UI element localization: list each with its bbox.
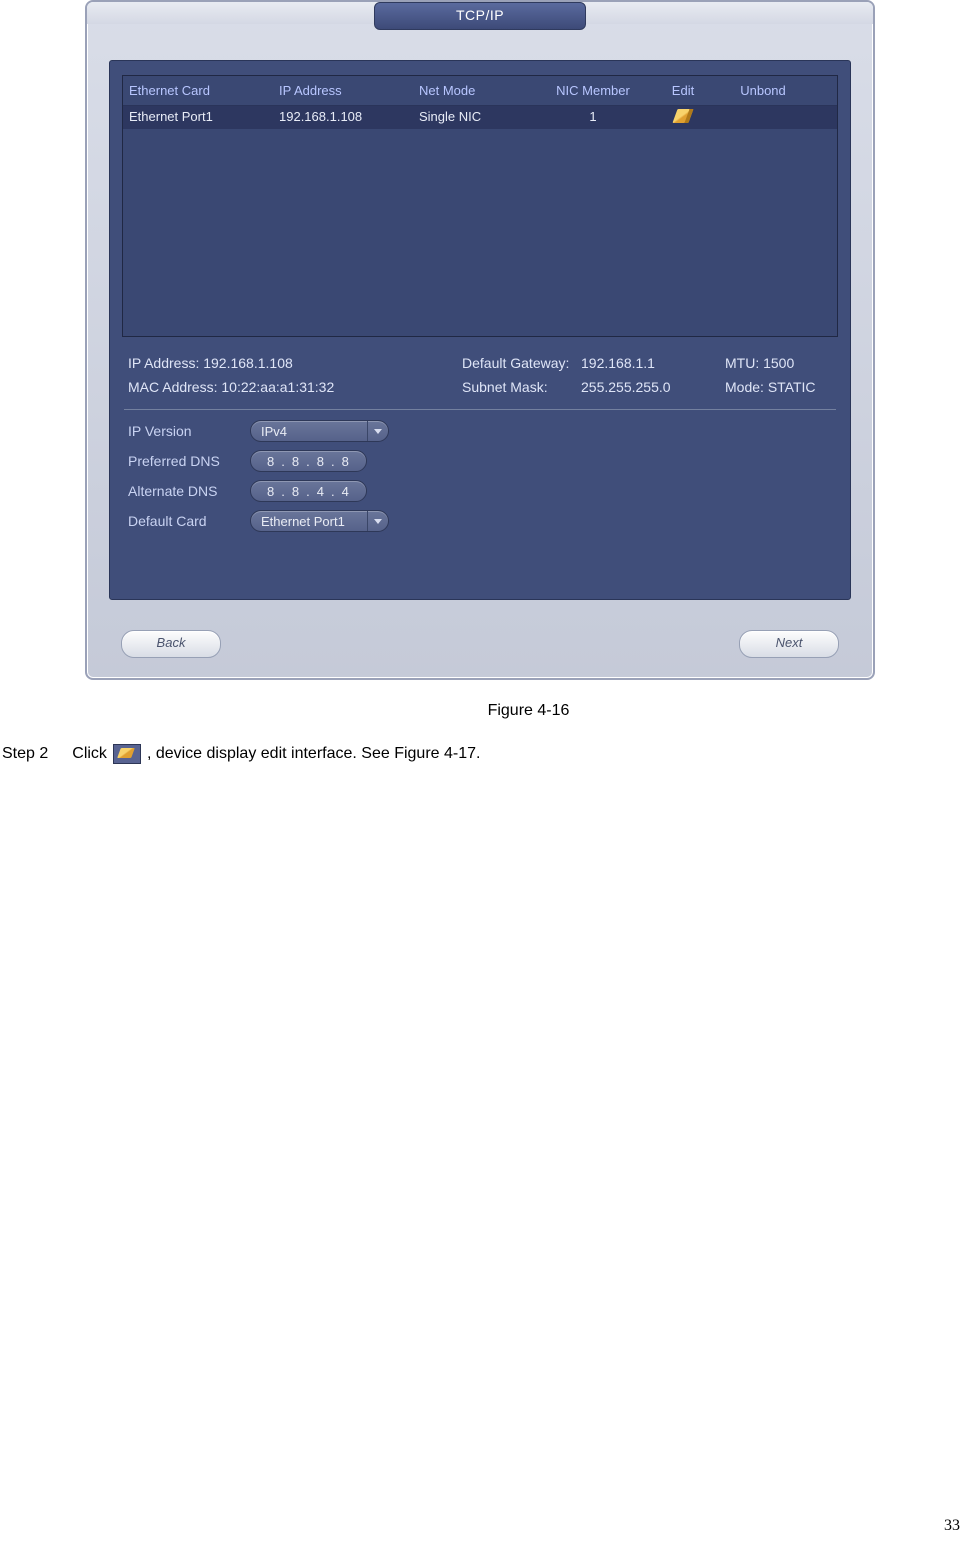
preferred-dns-row: Preferred DNS 8. 8. 8. 8 <box>128 450 838 472</box>
th-net-mode: Net Mode <box>413 80 533 101</box>
cell-net-mode: Single NIC <box>413 106 533 129</box>
mode-value: STATIC <box>768 379 816 395</box>
alternate-dns-row: Alternate DNS 8. 8. 4. 4 <box>128 480 838 502</box>
cell-edit <box>653 106 713 129</box>
subnet-mask-label: Subnet Mask: <box>462 379 577 395</box>
dns-octet: 4 <box>336 484 356 499</box>
th-ip-address: IP Address <box>273 80 413 101</box>
divider <box>124 409 836 410</box>
mtu-row: MTU: 1500 <box>725 355 855 371</box>
mac-address-value: 10:22:aa:a1:31:32 <box>221 379 334 395</box>
alternate-dns-input[interactable]: 8. 8. 4. 4 <box>250 480 367 502</box>
th-ethernet-card: Ethernet Card <box>123 80 273 101</box>
mode-row: Mode: STATIC <box>725 379 855 395</box>
back-button[interactable]: Back <box>121 630 221 658</box>
ip-version-value: IPv4 <box>261 424 367 439</box>
default-gateway-label: Default Gateway: <box>462 355 577 371</box>
chevron-down-icon[interactable] <box>367 421 388 441</box>
ip-address-label: IP Address: <box>128 355 199 371</box>
cell-ethernet-card: Ethernet Port1 <box>123 106 273 129</box>
default-card-label: Default Card <box>128 513 250 529</box>
dns-octet: 8 <box>311 454 331 469</box>
dns-octet: 8 <box>286 484 306 499</box>
dns-octet: 8 <box>261 484 281 499</box>
pencil-icon[interactable] <box>672 109 693 123</box>
cell-unbond <box>713 106 813 129</box>
step-label: Step 2 <box>2 745 48 763</box>
nic-table: Ethernet Card IP Address Net Mode NIC Me… <box>122 75 838 337</box>
page-number: 33 <box>944 1517 960 1535</box>
mac-address-row: MAC Address: 10:22:aa:a1:31:32 <box>128 379 458 395</box>
dns-octet: 8 <box>261 454 281 469</box>
default-gateway-value: 192.168.1.1 <box>581 355 721 371</box>
dialog-title: TCP/IP <box>374 2 586 30</box>
cell-nic-member: 1 <box>533 106 653 129</box>
preferred-dns-input[interactable]: 8. 8. 8. 8 <box>250 450 367 472</box>
dialog-body: Ethernet Card IP Address Net Mode NIC Me… <box>109 60 851 600</box>
th-unbond: Unbond <box>713 80 813 101</box>
dns-octet: 8 <box>336 454 356 469</box>
step-instruction: Step 2 Click , device display edit inter… <box>2 744 972 764</box>
step-text-before: Click <box>72 745 107 763</box>
default-card-select[interactable]: Ethernet Port1 <box>250 510 389 532</box>
dialog-titlebar: TCP/IP <box>87 2 873 24</box>
mode-label: Mode: <box>725 379 764 395</box>
ip-version-row: IP Version IPv4 <box>128 420 838 442</box>
figure-caption: Figure 4-16 <box>85 702 972 720</box>
next-button[interactable]: Next <box>739 630 839 658</box>
table-row[interactable]: Ethernet Port1 192.168.1.108 Single NIC … <box>123 106 837 129</box>
step-text-after: , device display edit interface. See Fig… <box>147 745 481 763</box>
ip-version-label: IP Version <box>128 423 250 439</box>
ip-address-row: IP Address: 192.168.1.108 <box>128 355 458 371</box>
chevron-down-icon[interactable] <box>367 511 388 531</box>
details-grid: IP Address: 192.168.1.108 Default Gatewa… <box>128 355 832 395</box>
dns-octet: 8 <box>286 454 306 469</box>
dns-octet: 4 <box>311 484 331 499</box>
nic-table-header: Ethernet Card IP Address Net Mode NIC Me… <box>123 76 837 106</box>
pencil-icon <box>113 744 141 764</box>
mtu-label: MTU: <box>725 355 759 371</box>
mtu-value: 1500 <box>763 355 794 371</box>
subnet-mask-value: 255.255.255.0 <box>581 379 721 395</box>
dialog-footer: Back Next <box>87 614 873 678</box>
th-nic-member: NIC Member <box>533 80 653 101</box>
ip-version-select[interactable]: IPv4 <box>250 420 389 442</box>
th-edit: Edit <box>653 80 713 101</box>
default-card-row: Default Card Ethernet Port1 <box>128 510 838 532</box>
cell-ip-address: 192.168.1.108 <box>273 106 413 129</box>
ip-address-value: 192.168.1.108 <box>203 355 293 371</box>
preferred-dns-label: Preferred DNS <box>128 453 250 469</box>
mac-address-label: MAC Address: <box>128 379 217 395</box>
default-card-value: Ethernet Port1 <box>261 514 367 529</box>
tcpip-dialog: TCP/IP Ethernet Card IP Address Net Mode… <box>85 0 875 680</box>
alternate-dns-label: Alternate DNS <box>128 483 250 499</box>
